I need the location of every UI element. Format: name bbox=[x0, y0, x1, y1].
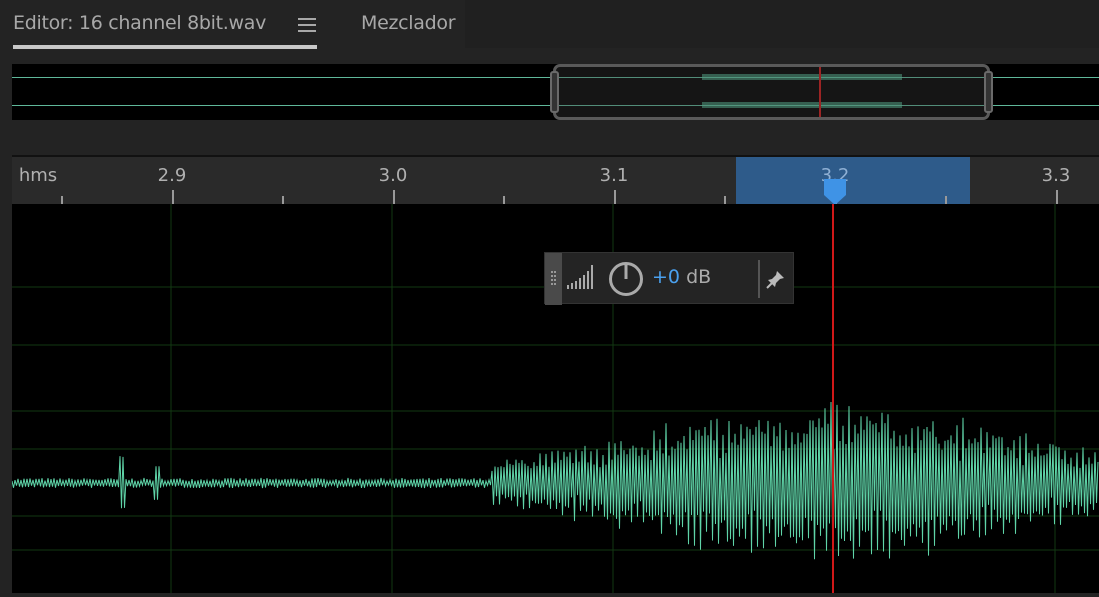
ruler-tick bbox=[945, 196, 947, 204]
ruler-tick bbox=[503, 196, 505, 204]
gain-knob-icon[interactable] bbox=[607, 260, 645, 298]
ruler-label: 3.0 bbox=[379, 165, 408, 186]
overview-viewport-box[interactable] bbox=[553, 64, 990, 120]
overview-navigator[interactable] bbox=[12, 64, 1099, 120]
selection-range[interactable] bbox=[736, 157, 970, 206]
pin-icon[interactable] bbox=[766, 269, 786, 289]
ruler-label: 2.9 bbox=[158, 165, 187, 186]
ruler-tick bbox=[61, 196, 63, 204]
ruler-tick bbox=[614, 190, 616, 204]
waveform-path bbox=[12, 402, 1098, 559]
gain-readout[interactable]: +0 dB bbox=[652, 266, 711, 288]
tab-strip-background bbox=[465, 0, 1099, 48]
viewport-left-handle[interactable] bbox=[550, 71, 559, 113]
ruler-tick bbox=[393, 190, 395, 204]
time-ruler[interactable]: hms 2.9 3.0 3.1 3.2 3.3 bbox=[12, 155, 1099, 204]
gain-unit: dB bbox=[686, 266, 711, 288]
ruler-tick bbox=[282, 196, 284, 204]
gain-value: +0 bbox=[652, 266, 680, 288]
ruler-label: 3.3 bbox=[1042, 165, 1071, 186]
ruler-tick bbox=[172, 190, 174, 204]
playhead-line[interactable] bbox=[832, 204, 834, 593]
volume-level-icon bbox=[567, 261, 599, 291]
viewport-right-handle[interactable] bbox=[984, 71, 993, 113]
panel-menu-icon[interactable] bbox=[298, 18, 316, 32]
gain-hud[interactable]: +0 dB bbox=[544, 252, 794, 304]
hud-drag-handle[interactable] bbox=[545, 253, 562, 305]
tab-bar: Editor: 16 channel 8bit.wav Mezclador bbox=[0, 0, 1099, 52]
ruler-tick bbox=[724, 196, 726, 204]
active-tab-indicator bbox=[13, 45, 317, 49]
hud-divider bbox=[758, 260, 760, 298]
tab-editor[interactable]: Editor: 16 channel 8bit.wav bbox=[13, 12, 266, 34]
ruler-tick bbox=[1056, 190, 1058, 204]
ruler-label: 3.1 bbox=[600, 165, 629, 186]
tab-mixer[interactable]: Mezclador bbox=[361, 12, 455, 34]
ruler-unit-label: hms bbox=[19, 165, 57, 186]
playhead-marker-icon[interactable] bbox=[823, 179, 847, 206]
